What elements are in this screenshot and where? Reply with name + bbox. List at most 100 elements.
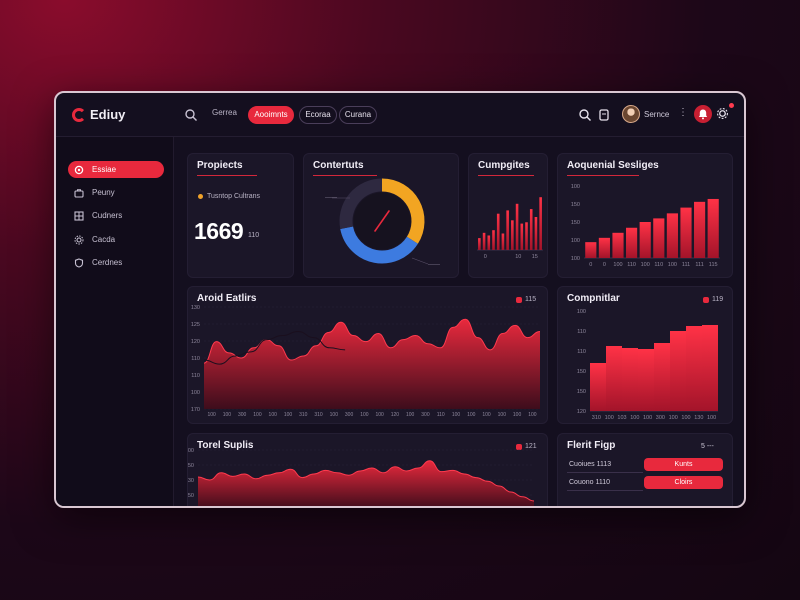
chart-bar: [598, 237, 610, 258]
more-icon[interactable]: ⋮: [678, 107, 688, 118]
x-tick-label: 100: [406, 412, 415, 418]
sessions-bar-chart: 100 100 150 150 100 0 0 100 110 100 110 100 111 111 11…: [571, 184, 720, 268]
chart-bar: [520, 223, 524, 250]
sidebar-item[interactable]: Cudners: [68, 207, 164, 224]
y-tick-label: 130: [188, 478, 194, 484]
y-tick-label: 125: [191, 322, 200, 328]
grid-icon: [74, 210, 84, 221]
row-action-button[interactable]: Kunts: [644, 458, 723, 471]
chart-bar: [666, 213, 678, 258]
sidebar: Essiae Peuny Cudners Cacda Cerdnes: [56, 137, 174, 506]
chart-bar: [654, 343, 670, 411]
chart-bar: [487, 235, 491, 250]
x-tick-label: 100: [452, 412, 461, 418]
sidebar-item-label: Cerdnes: [92, 258, 123, 267]
sidebar-item-label: Cacda: [92, 235, 116, 244]
x-tick-label: 100: [613, 262, 622, 268]
brand-logo[interactable]: Ediuy: [72, 107, 125, 122]
y-tick-label: 100: [571, 184, 580, 190]
x-tick-label: 15: [532, 254, 538, 260]
dashboard-icon: [74, 165, 84, 174]
list-item-label: Couono 1110: [569, 479, 610, 486]
x-tick-label: 110: [437, 412, 445, 418]
nav-tab-active[interactable]: Aooimnts: [248, 106, 294, 124]
document-icon[interactable]: [597, 108, 611, 122]
chart-bar: [702, 325, 718, 411]
x-tick-label: 130: [694, 415, 703, 421]
x-tick-label: 100: [641, 262, 650, 268]
chart-bar: [670, 331, 686, 411]
x-tick-label: 10: [515, 254, 521, 260]
user-name[interactable]: Sernce: [644, 110, 669, 119]
x-tick-label: 100: [707, 415, 716, 421]
list-item-label: Cuoiues 1113: [569, 461, 612, 468]
x-tick-label: 300: [345, 412, 354, 418]
search-icon[interactable]: [578, 108, 592, 122]
y-tick-label: 150: [577, 389, 586, 395]
area-fill: [204, 319, 540, 409]
kpi-unit: 110: [248, 232, 260, 239]
chart-bar: [506, 210, 509, 250]
sidebar-item[interactable]: Cacda: [68, 231, 164, 248]
shield-icon: [74, 257, 84, 268]
x-tick-label: 300: [421, 412, 430, 418]
x-tick-label: 103: [617, 415, 626, 421]
sessions-card: Aoquenial Sesliges 100 100 150 150 100 0 0 100 1…: [557, 153, 733, 278]
x-tick-label: 100: [528, 412, 537, 418]
x-tick-label: 100: [498, 412, 507, 418]
chart-bar: [707, 198, 719, 258]
y-tick-label: 120: [191, 339, 200, 345]
nav-tab[interactable]: Curana: [339, 106, 377, 124]
sidebar-item-label: Cudners: [92, 211, 123, 220]
sidebar-item-label: Essiae: [92, 165, 117, 174]
sidebar-item[interactable]: Cerdnes: [68, 254, 164, 271]
activity-card: Aroid Eatlirs 115 130 125 120 110 110 100 170 1…: [187, 286, 548, 424]
fleet-card: Flerit Figp 5 --- Cuoiues 1113 Kunts Cou…: [557, 433, 733, 506]
x-tick-label: 120: [391, 412, 400, 418]
top-bar: Ediuy Gerrea Aooimnts Ecoraa Curana Sern…: [56, 93, 744, 137]
chart-bar: [501, 233, 505, 250]
y-tick-label: 100: [191, 390, 200, 396]
kpi-subtitle-text: Tusntop Cultrans: [207, 193, 261, 200]
chart-bar: [626, 227, 638, 258]
x-tick-label: 100: [375, 412, 384, 418]
y-tick-label: 150: [571, 220, 580, 226]
y-tick-label: 120: [577, 409, 586, 415]
x-tick-label: 100: [643, 415, 652, 421]
sidebar-item[interactable]: Peuny: [68, 184, 164, 201]
x-tick-label: 0: [484, 254, 487, 260]
card-title-value: 5 ---: [701, 443, 714, 450]
search-icon[interactable]: [184, 108, 198, 122]
row-action-button[interactable]: Cloirs: [644, 476, 723, 489]
x-tick-label: 100: [681, 415, 690, 421]
nav-link[interactable]: Gerrea: [212, 108, 237, 117]
chart-bar: [622, 348, 638, 411]
x-tick-label: 100: [284, 412, 293, 418]
sidebar-item-active[interactable]: Essiae: [68, 161, 164, 178]
dashboard-window: Ediuy Gerrea Aooimnts Ecoraa Curana Sern…: [54, 91, 746, 508]
x-tick-label: 110: [654, 262, 663, 268]
y-tick-label: 150: [571, 202, 580, 208]
x-tick-label: 100: [668, 262, 677, 268]
kpi-value: 1669: [194, 218, 244, 244]
traffic-card: Torel Suplis 121 100150130150110: [187, 433, 548, 506]
chart-bar: [639, 222, 651, 258]
nav-tab[interactable]: Ecoraa: [299, 106, 337, 124]
x-tick-label: 110: [627, 262, 636, 268]
app-name: Ediuy: [90, 107, 126, 122]
traffic-area-chart: 100150130150110: [188, 448, 535, 506]
y-tick-label: 130: [191, 305, 200, 311]
contents-card: Contertuts ------ ------: [303, 153, 459, 278]
gear-icon: [74, 235, 84, 244]
chart-bar: [585, 242, 597, 258]
kpi-subtitle: Tusntop Cultrans: [198, 193, 260, 200]
chart-bar: [492, 230, 495, 250]
chart-bar: [680, 207, 692, 258]
notification-button[interactable]: [694, 105, 712, 123]
card-title: Propiects: [197, 160, 243, 171]
briefcase-icon: [74, 188, 84, 198]
y-tick-label: 110: [191, 373, 200, 379]
avatar[interactable]: [622, 105, 640, 123]
chart-bar: [638, 349, 654, 411]
settings-icon[interactable]: [716, 107, 729, 120]
